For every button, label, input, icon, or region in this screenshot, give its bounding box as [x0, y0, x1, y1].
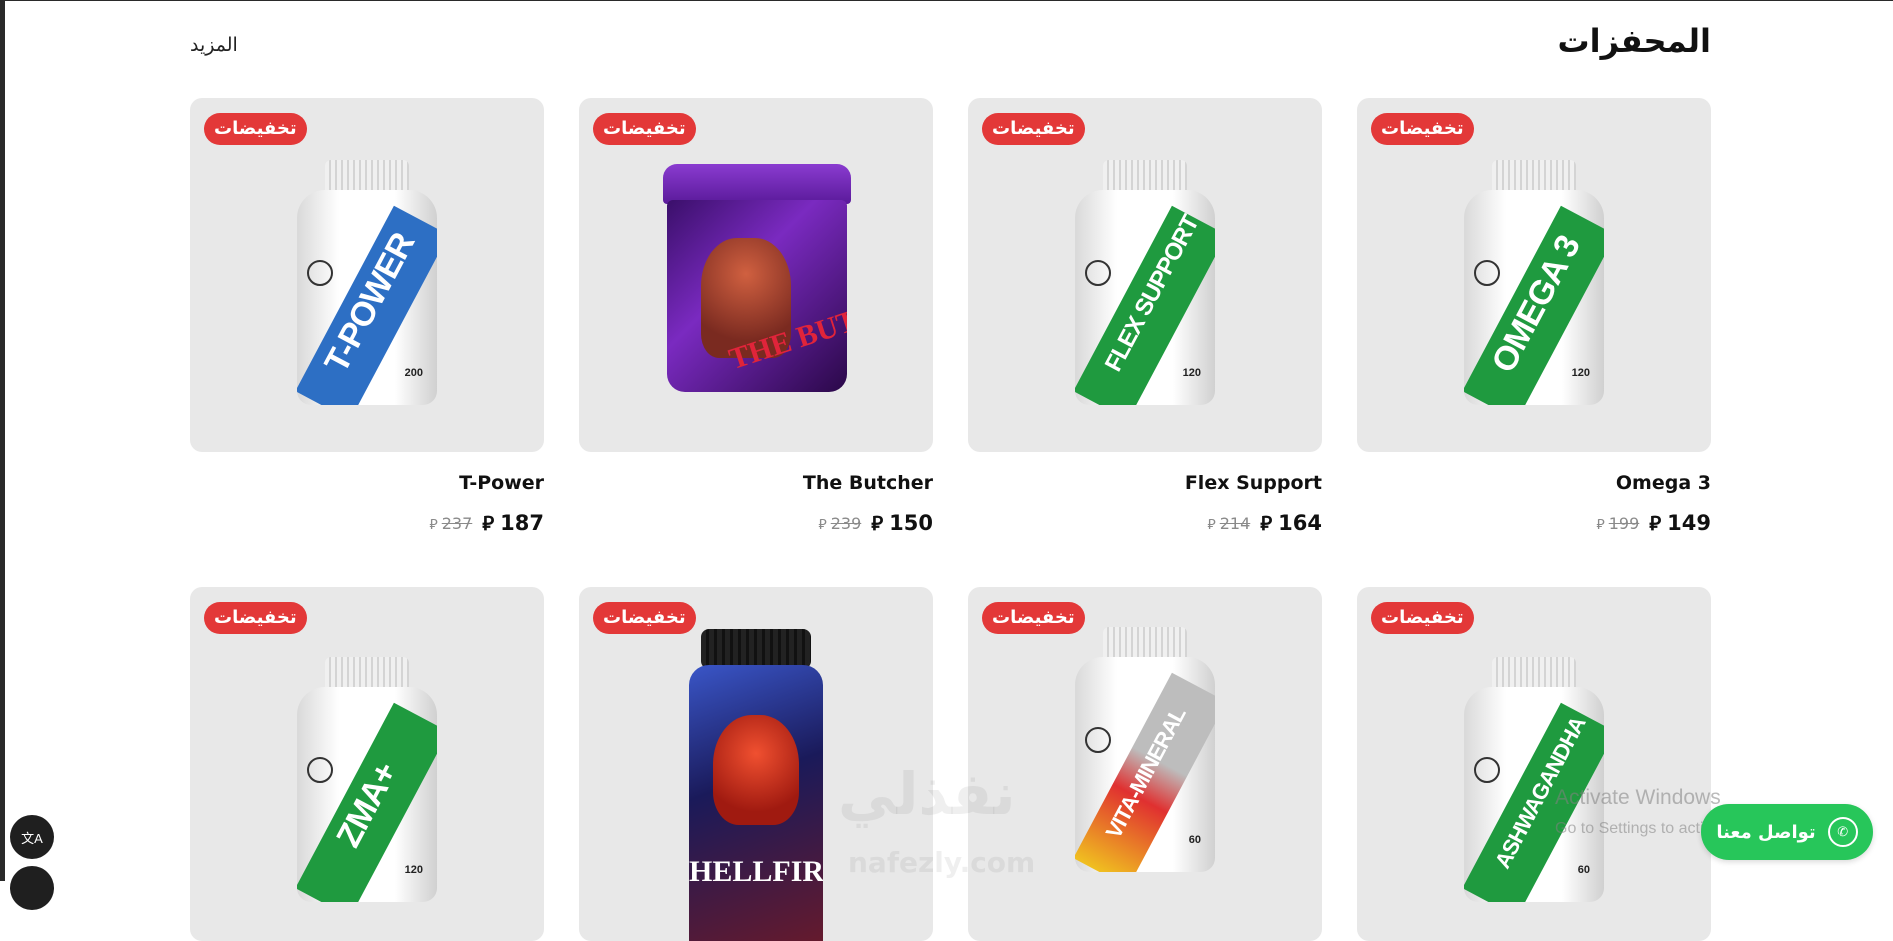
- bottle-image: HELLFIRE: [689, 629, 823, 941]
- riyal-icon: ⃁: [871, 511, 884, 535]
- product-card-flex-support[interactable]: تخفيضات FLEX SUPPORT 120 Flex Support ⃁ 2…: [968, 98, 1322, 536]
- riyal-icon: ⃁: [818, 516, 827, 533]
- watermark-url: nafezly.com: [848, 846, 1036, 879]
- sale-badge: تخفيضات: [204, 602, 307, 634]
- translate-icon: 文A: [21, 830, 43, 846]
- current-price: ⃁ 187: [482, 511, 544, 535]
- brand-logo-icon: [307, 260, 333, 286]
- sale-badge: تخفيضات: [982, 113, 1085, 145]
- window-left-border: [0, 0, 5, 881]
- sale-badge: تخفيضات: [1371, 602, 1474, 634]
- product-image[interactable]: تخفيضات ZMA+ 120: [190, 587, 544, 941]
- product-card-the-butcher[interactable]: تخفيضات THE BUTCHER The Butcher ⃁ 239 ⃁ 15…: [579, 98, 933, 536]
- price-row: ⃁ 239 ⃁ 150: [579, 510, 933, 536]
- brand-logo-icon: [1085, 260, 1111, 286]
- riyal-icon: ⃁: [1649, 511, 1662, 535]
- current-price: ⃁ 150: [871, 511, 933, 535]
- riyal-icon: ⃁: [1596, 516, 1605, 533]
- translate-button[interactable]: 文A: [10, 815, 54, 859]
- window-top-border: [0, 0, 1893, 1]
- old-price: ⃁ 199: [1596, 513, 1640, 533]
- product-image[interactable]: تخفيضات T-POWER 200: [190, 98, 544, 452]
- sale-badge: تخفيضات: [593, 602, 696, 634]
- brand-logo-icon: [1474, 757, 1500, 783]
- product-card-vita-mineral[interactable]: تخفيضات VITA-MINERAL 60: [968, 587, 1322, 941]
- product-card-t-power[interactable]: تخفيضات T-POWER 200 T-Power ⃁ 237 ⃁ 187: [190, 98, 544, 536]
- riyal-icon: ⃁: [1260, 511, 1273, 535]
- current-price: ⃁ 164: [1260, 511, 1322, 535]
- old-price: ⃁ 214: [1207, 513, 1251, 533]
- product-image[interactable]: تخفيضات FLEX SUPPORT 120: [968, 98, 1322, 452]
- product-image[interactable]: تخفيضات THE BUTCHER: [579, 98, 933, 452]
- product-image[interactable]: تخفيضات ASHWAGANDHA 60: [1357, 587, 1711, 941]
- product-title[interactable]: Flex Support: [968, 472, 1322, 494]
- tub-image: THE BUTCHER: [663, 164, 851, 394]
- current-price: ⃁ 149: [1649, 511, 1711, 535]
- product-image[interactable]: تخفيضات VITA-MINERAL 60: [968, 587, 1322, 941]
- riyal-icon: ⃁: [482, 511, 495, 535]
- whatsapp-icon: ✆: [1827, 817, 1858, 847]
- price-row: ⃁ 237 ⃁ 187: [190, 510, 544, 536]
- price-row: ⃁ 199 ⃁ 149: [1357, 510, 1711, 536]
- brand-logo-icon: [1085, 727, 1111, 753]
- sale-badge: تخفيضات: [1371, 113, 1474, 145]
- old-price: ⃁ 237: [429, 513, 473, 533]
- product-card-omega-3[interactable]: تخفيضات OMEGA 3 120 Omega 3 ⃁ 199 ⃁ 149: [1357, 98, 1711, 536]
- more-link[interactable]: المزيد: [190, 34, 238, 56]
- product-card-ashwagandha[interactable]: تخفيضات ASHWAGANDHA 60: [1357, 587, 1711, 941]
- contact-us-button[interactable]: ✆ تواصل معنا: [1701, 804, 1873, 860]
- sale-badge: تخفيضات: [204, 113, 307, 145]
- product-card-zma[interactable]: تخفيضات ZMA+ 120: [190, 587, 544, 941]
- price-row: ⃁ 214 ⃁ 164: [968, 510, 1322, 536]
- bottle-image: ZMA+ 120: [297, 657, 437, 902]
- floating-action-button[interactable]: [10, 866, 54, 910]
- bottle-image: FLEX SUPPORT 120: [1075, 160, 1215, 405]
- riyal-icon: ⃁: [429, 516, 438, 533]
- bottle-image: VITA-MINERAL 60: [1075, 627, 1215, 872]
- bottle-image: OMEGA 3 120: [1464, 160, 1604, 405]
- product-title[interactable]: T-Power: [190, 472, 544, 494]
- bottle-image: T-POWER 200: [297, 160, 437, 405]
- product-title[interactable]: The Butcher: [579, 472, 933, 494]
- sale-badge: تخفيضات: [982, 602, 1085, 634]
- contact-us-label: تواصل معنا: [1716, 821, 1816, 843]
- watermark-logo: نفذلي: [838, 760, 1016, 828]
- brand-logo-icon: [1474, 260, 1500, 286]
- product-image[interactable]: تخفيضات OMEGA 3 120: [1357, 98, 1711, 452]
- bottle-image: ASHWAGANDHA 60: [1464, 657, 1604, 902]
- riyal-icon: ⃁: [1207, 516, 1216, 533]
- product-title[interactable]: Omega 3: [1357, 472, 1711, 494]
- section-title: المحفزات: [1557, 22, 1711, 60]
- brand-logo-icon: [307, 757, 333, 783]
- old-price: ⃁ 239: [818, 513, 862, 533]
- sale-badge: تخفيضات: [593, 113, 696, 145]
- activate-windows-title: Activate Windows: [1555, 786, 1721, 809]
